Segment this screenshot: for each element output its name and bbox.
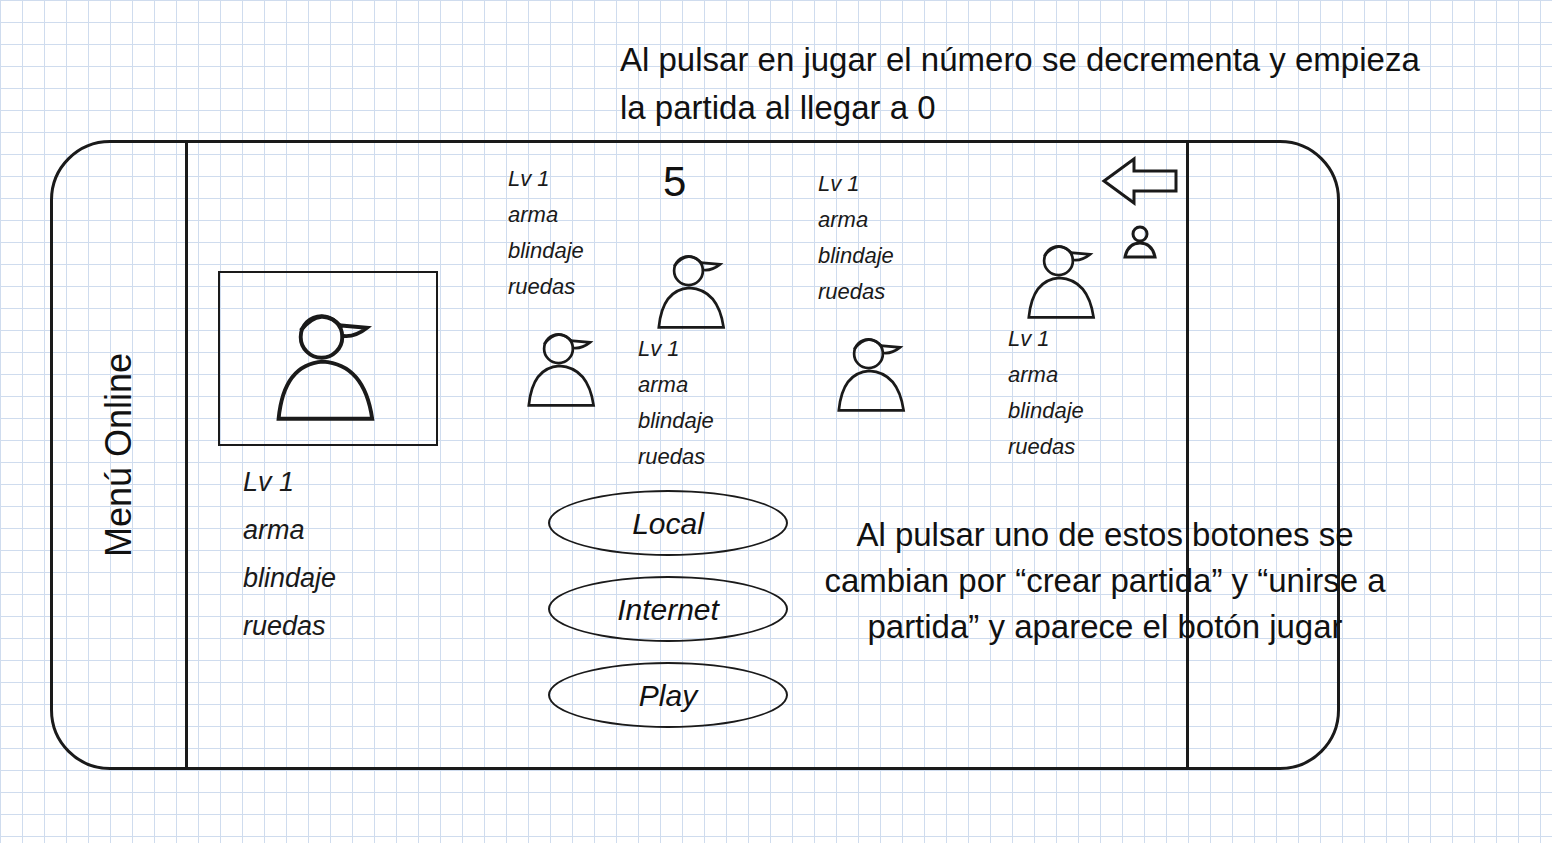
sidebar: Menú Online (53, 143, 188, 767)
back-arrow-icon[interactable] (1100, 155, 1180, 207)
stat-text: ruedas (818, 274, 948, 310)
stat-text: ruedas (243, 602, 438, 650)
device-frame: Menú OnlineLv 1armablindajeruedasLv 1arm… (50, 140, 1340, 770)
player-stats: Lv 1armablindajeruedas (1008, 321, 1138, 465)
stat-text: blindaje (638, 403, 788, 439)
player-card[interactable]: Lv 1armablindajeruedas (818, 143, 948, 414)
stat-text: arma (638, 367, 788, 403)
menu-button[interactable]: Local (548, 490, 788, 556)
stat-text: Lv 1 (243, 458, 438, 506)
sketch-page: Al pulsar en jugar el número se decremen… (0, 0, 1552, 843)
player-card[interactable]: Lv 1armablindajeruedas (218, 143, 438, 650)
avatar-icon (828, 324, 918, 414)
user-icon[interactable] (1120, 221, 1160, 261)
stat-text: ruedas (638, 439, 788, 475)
right-bezel (1186, 143, 1337, 767)
main-area: Lv 1armablindajeruedasLv 1armablindajeru… (188, 143, 1186, 767)
player-stats: Lv 1armablindajeruedas (243, 458, 438, 650)
stat-text: Lv 1 (508, 161, 638, 197)
player-card[interactable]: Lv 1armablindajeruedas (508, 143, 638, 409)
stat-text: arma (243, 506, 438, 554)
player-card[interactable]: Lv 1armablindajeruedas (638, 241, 788, 475)
player-stats: Lv 1armablindajeruedas (508, 161, 638, 305)
countdown: 5 (663, 143, 788, 203)
avatar-icon (648, 241, 738, 331)
stat-text: blindaje (243, 554, 438, 602)
sidebar-title: Menú Online (92, 353, 146, 557)
avatar-icon (1018, 231, 1108, 321)
stat-text: arma (508, 197, 638, 233)
player-stats: Lv 1armablindajeruedas (638, 331, 788, 475)
avatar-icon (263, 294, 393, 424)
stat-text: arma (818, 202, 948, 238)
stat-text: Lv 1 (1008, 321, 1138, 357)
player-stats: Lv 1armablindajeruedas (818, 166, 948, 310)
stat-text: blindaje (818, 238, 948, 274)
menu-button[interactable]: Internet (548, 576, 788, 642)
stat-text: ruedas (1008, 429, 1138, 465)
top-annotation: Al pulsar en jugar el número se decremen… (620, 36, 1440, 132)
stat-text: arma (1008, 357, 1138, 393)
stat-text: blindaje (508, 233, 638, 269)
bottom-annotation: Al pulsar uno de estos botones se cambia… (795, 512, 1415, 650)
stat-text: blindaje (1008, 393, 1138, 429)
stat-text: ruedas (508, 269, 638, 305)
stat-text: Lv 1 (638, 331, 788, 367)
stat-text: Lv 1 (818, 166, 948, 202)
avatar-icon (518, 319, 608, 409)
menu-button[interactable]: Play (548, 662, 788, 728)
selected-frame (218, 271, 438, 446)
